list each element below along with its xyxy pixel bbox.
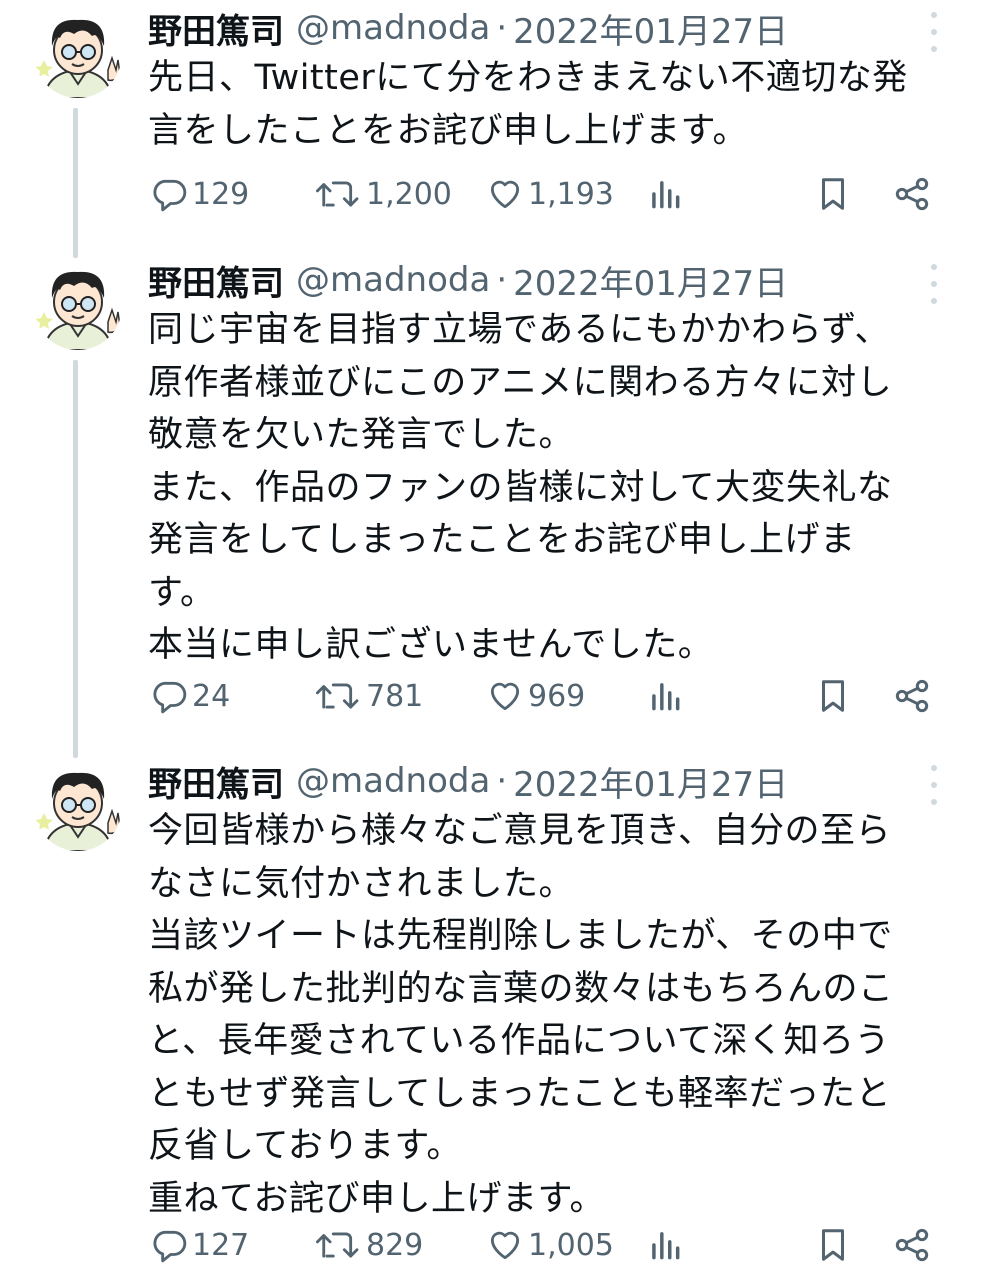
reply-count: 24 [192, 678, 231, 714]
tweet-text-line: 重ねてお詫び申し上げます。 [148, 1178, 605, 1219]
tweet[interactable]: 野田篤司 @madnoda · 2022年01月27日 同じ宇宙を目指す立場であ… [0, 252, 982, 732]
tweet-text: 先日、Twitterにて分をわきまえない不適切な発 言をしたことをお詫び申し上げ… [148, 52, 948, 157]
tweet-text-line: 発言をしてしまったことをお詫び申し上げま [148, 520, 856, 560]
reply-button[interactable]: 127 [150, 1223, 249, 1267]
tweet-text-line: 先日、Twitterにて分をわきまえない不適切な発 [148, 58, 908, 98]
tweet[interactable]: 野田篤司 @madnoda · 2022年01月27日 先日、Twitterにて… [0, 0, 982, 240]
author-name[interactable]: 野田篤司 [148, 4, 284, 53]
share-icon [895, 1228, 929, 1262]
more-icon[interactable] [922, 12, 946, 52]
tweet-header: 野田篤司 @madnoda · 2022年01月27日 [148, 755, 788, 807]
tweet-text-line: す。 [148, 572, 216, 613]
more-icon[interactable] [922, 264, 946, 304]
like-icon [490, 1231, 520, 1260]
more-icon[interactable] [922, 765, 946, 805]
tweet-text: 今回皆様から様々なご意見を頂き、自分の至ら なさに気付かされました。 当該ツイー… [148, 805, 948, 1225]
tweet-actions: 127 829 1,005 [0, 1223, 982, 1267]
share-button[interactable] [892, 1223, 932, 1267]
tweet-text-line: また、作品のファンの皆様に対して大変失礼な [148, 467, 893, 508]
tweet-header: 野田篤司 @madnoda · 2022年01月27日 [148, 254, 788, 306]
author-handle[interactable]: @madnoda [296, 761, 490, 801]
tweet-text-line: 反省しております。 [148, 1126, 462, 1166]
share-button[interactable] [892, 674, 932, 718]
share-button[interactable] [892, 172, 932, 216]
views-button[interactable] [646, 1223, 684, 1267]
author-handle[interactable]: @madnoda [296, 260, 490, 300]
bookmark-icon [821, 680, 845, 712]
bookmark-button[interactable] [814, 674, 852, 718]
reply-button[interactable]: 24 [150, 674, 230, 718]
tweet-text-line: 同じ宇宙を目指す立場であるにもかかわらず、 [148, 310, 891, 350]
retweet-icon [315, 181, 359, 207]
author-name[interactable]: 野田篤司 [148, 256, 284, 305]
tweet-text-line: 原作者様並びにこのアニメに関わる方々に対し [148, 362, 893, 403]
like-button[interactable]: 1,005 [486, 1223, 614, 1267]
like-icon [490, 682, 520, 711]
retweet-button[interactable]: 781 [314, 674, 423, 718]
tweet-date[interactable]: 2022年01月27日 [513, 757, 788, 806]
reply-button[interactable]: 129 [150, 172, 249, 216]
views-button[interactable] [646, 172, 684, 216]
reply-icon [153, 1230, 187, 1263]
author-name[interactable]: 野田篤司 [148, 757, 284, 806]
retweet-button[interactable]: 1,200 [314, 172, 452, 216]
retweet-icon [315, 1232, 359, 1258]
tweet-text-line: ともせず発言してしまったことも軽率だったと [148, 1073, 892, 1114]
retweet-count: 781 [366, 678, 424, 714]
retweet-button[interactable]: 829 [314, 1223, 423, 1267]
like-count: 1,193 [528, 176, 614, 212]
tweet-actions: 24 781 969 [0, 674, 982, 718]
reply-icon [153, 681, 187, 714]
like-button[interactable]: 969 [486, 674, 585, 718]
share-icon [895, 177, 929, 211]
avatar[interactable] [34, 763, 122, 851]
bookmark-button[interactable] [814, 1223, 852, 1267]
tweet-date[interactable]: 2022年01月27日 [513, 4, 788, 53]
tweet-text-line: 当該ツイートは先程削除しましたが、その中で [148, 916, 893, 956]
retweet-count: 1,200 [366, 176, 452, 212]
avatar[interactable] [34, 262, 122, 350]
retweet-icon [315, 683, 359, 709]
share-icon [895, 679, 929, 713]
like-count: 1,005 [528, 1227, 614, 1263]
tweet-text-line: なさに気付かされました。 [148, 863, 575, 904]
like-icon [490, 180, 520, 209]
reply-icon [153, 179, 187, 212]
tweet-header: 野田篤司 @madnoda · 2022年01月27日 [148, 2, 788, 54]
tweet-text-line: と、長年愛されている作品について深く知ろう [148, 1021, 891, 1061]
separator: · [496, 761, 508, 801]
bookmark-button[interactable] [814, 172, 852, 216]
avatar[interactable] [34, 10, 122, 98]
tweet[interactable]: 野田篤司 @madnoda · 2022年01月27日 今回皆様から様々なご意見… [0, 753, 982, 1280]
views-icon [652, 181, 680, 209]
tweet-text-line: 言をしたことをお詫び申し上げます。 [148, 110, 749, 151]
tweet-date[interactable]: 2022年01月27日 [513, 256, 788, 305]
reply-count: 127 [192, 1227, 250, 1263]
tweet-text-line: 今回皆様から様々なご意見を頂き、自分の至ら [148, 811, 892, 851]
views-icon [652, 683, 680, 711]
author-handle[interactable]: @madnoda [296, 8, 490, 48]
tweet-actions: 129 1,200 1,193 [0, 172, 982, 216]
views-button[interactable] [646, 674, 684, 718]
separator: · [496, 8, 508, 48]
bookmark-icon [821, 1229, 845, 1261]
tweet-text: 同じ宇宙を目指す立場であるにもかかわらず、 原作者様並びにこのアニメに関わる方々… [148, 304, 948, 672]
like-button[interactable]: 1,193 [486, 172, 614, 216]
views-icon [652, 1232, 680, 1260]
tweet-text-line: 本当に申し訳ございませんでした。 [148, 625, 714, 665]
tweet-text-line: 敬意を欠いた発言でした。 [148, 415, 575, 455]
tweet-text-line: 私が発した批判的な言葉の数々はもちろんのこ [148, 968, 894, 1009]
reply-count: 129 [192, 176, 250, 212]
retweet-count: 829 [366, 1227, 424, 1263]
separator: · [496, 260, 508, 300]
like-count: 969 [528, 678, 586, 714]
bookmark-icon [821, 178, 845, 210]
